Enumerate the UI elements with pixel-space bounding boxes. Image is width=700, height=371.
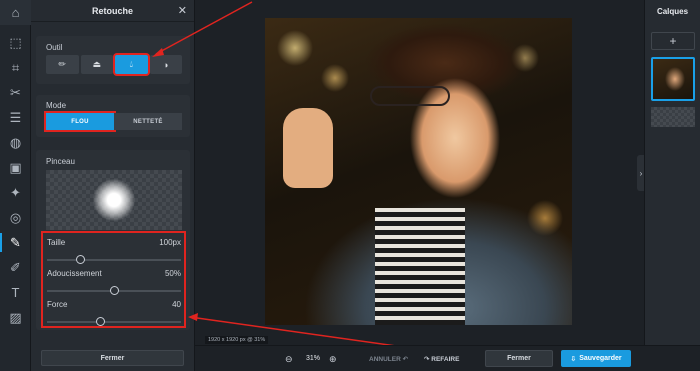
contrast-tool-button[interactable]: ◑	[149, 55, 182, 74]
canvas-dimensions: 1920 x 1920 px @ 31%	[205, 336, 269, 344]
outil-label: Outil	[46, 43, 63, 52]
canvas-area: ›	[195, 0, 645, 345]
blur-tool-button[interactable]: 💧︎	[115, 55, 148, 74]
effects-sparkle-icon[interactable]: ✦	[0, 180, 31, 205]
layers-panel: Calques +	[644, 0, 700, 371]
close-button[interactable]: Fermer	[485, 350, 553, 367]
brush-preview	[46, 170, 182, 230]
slider-adoucissement-knob[interactable]	[109, 286, 119, 295]
zoom-value: 31%	[306, 355, 321, 362]
mode-toggle: FLOU NETTETÉ	[46, 113, 182, 130]
cut-icon[interactable]: ✂	[0, 80, 31, 105]
panel-title: Retouche	[91, 5, 133, 16]
zoom-out-icon[interactable]: ⊖	[285, 354, 293, 365]
pointer-icon[interactable]: ⬚	[0, 30, 31, 55]
adjust-icon[interactable]: ☰	[0, 105, 31, 130]
layers-title: Calques	[656, 6, 689, 16]
slider-taille-label: Taille	[47, 238, 66, 247]
home-icon[interactable]: ⌂	[0, 0, 31, 25]
stamp-tool-button[interactable]: ⏏	[80, 55, 113, 74]
empty-layer-slot[interactable]	[651, 107, 695, 127]
spiral-icon[interactable]: ◎	[0, 205, 31, 230]
slider-force-track[interactable]	[47, 321, 181, 323]
redo-button[interactable]: ↷ REFAIRE	[424, 355, 459, 363]
slider-force-knob[interactable]	[96, 317, 106, 326]
pencil-icon: ✏	[58, 59, 67, 69]
save-button[interactable]: ⇩ Sauvegarder	[561, 350, 631, 367]
mode-section: Mode FLOU NETTETÉ	[36, 95, 190, 137]
bottom-bar: ⊖ 31% ⊕ ANNULER ↶ ↷ REFAIRE Fermer ⇩ Sau…	[195, 345, 700, 371]
slider-adoucissement-value: 50%	[164, 269, 181, 278]
filter-icon[interactable]: ◍	[0, 130, 31, 155]
close-icon[interactable]: ✕	[178, 4, 187, 17]
retouch-icon[interactable]: ✎	[0, 230, 31, 255]
effects-icon[interactable]: ▣	[0, 155, 31, 180]
pencil-tool-button[interactable]: ✏	[46, 55, 79, 74]
photo-shirt	[375, 208, 465, 325]
panel-close-button[interactable]: Fermer	[41, 350, 184, 366]
slider-adoucissement-label: Adoucissement	[47, 269, 102, 278]
add-layer-button[interactable]: +	[651, 32, 695, 50]
slider-force-value: 40	[172, 300, 181, 309]
pinceau-label: Pinceau	[46, 157, 75, 166]
drop-icon: 💧︎	[129, 59, 134, 69]
crop-icon[interactable]: ⌗	[0, 55, 31, 80]
tool-buttons: ✏ ⏏ 💧︎ ◑	[46, 55, 182, 74]
brush-sliders: Taille 100px Adoucissement 50% Force 40	[41, 231, 186, 328]
pattern-icon[interactable]: ▨	[0, 305, 31, 330]
brush-preview-dot	[93, 179, 135, 221]
slider-force-label: Force	[47, 300, 68, 309]
photo-glasses	[370, 86, 450, 106]
mode-label: Mode	[46, 101, 67, 110]
brush-icon[interactable]: ✐	[0, 255, 31, 280]
slider-taille-track[interactable]	[47, 259, 181, 261]
stamp-icon: ⏏	[92, 59, 101, 69]
photo-canvas[interactable]	[265, 18, 572, 325]
save-icon: ⇩	[570, 355, 577, 363]
mode-flou-button[interactable]: FLOU	[46, 113, 114, 130]
outil-section: Outil ✏ ⏏ 💧︎ ◑	[36, 36, 190, 84]
mode-nettete-button[interactable]: NETTETÉ	[114, 113, 182, 130]
contrast-icon: ◑	[163, 59, 169, 70]
tool-rail: ⌂ ⬚ ⌗ ✂ ☰ ◍ ▣ ✦ ◎ ✎ ✐ T ▨	[0, 0, 31, 371]
zoom-in-icon[interactable]: ⊕	[329, 354, 337, 365]
save-label: Sauvegarder	[579, 355, 622, 362]
panel-header: Retouche ✕	[31, 0, 194, 22]
undo-button[interactable]: ANNULER ↶	[369, 355, 408, 363]
layer-thumbnail[interactable]	[651, 57, 695, 101]
slider-taille-knob[interactable]	[76, 255, 85, 264]
photo-hand	[283, 108, 333, 188]
slider-taille-value: 100px	[159, 238, 181, 247]
text-icon[interactable]: T	[0, 280, 31, 305]
